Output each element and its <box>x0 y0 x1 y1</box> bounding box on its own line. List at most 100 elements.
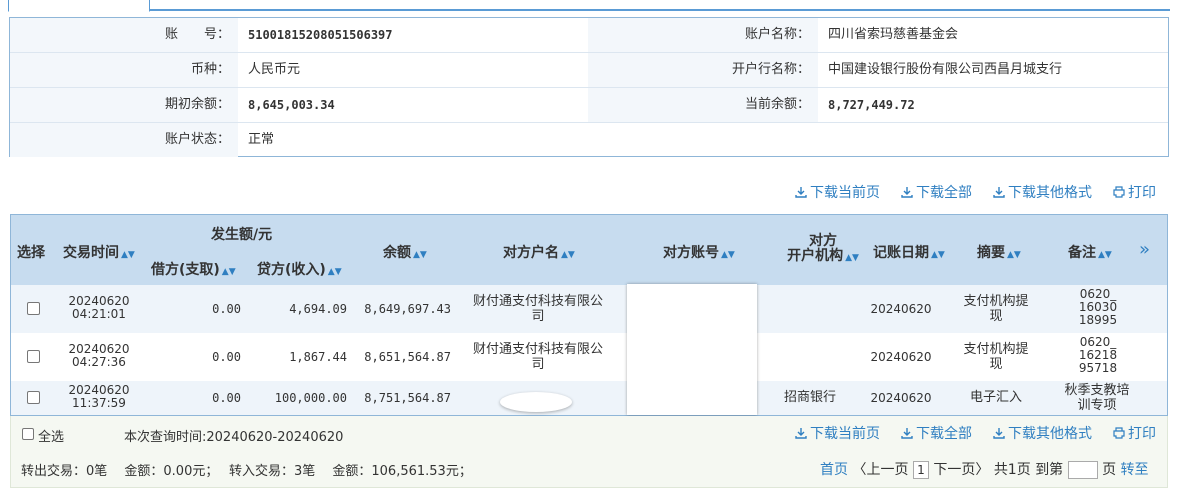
row-credit: 100,000.00 <box>274 391 347 405</box>
sort-icon: ▲▼ <box>561 250 575 260</box>
info-row-balance: 期初余额： 8,645,003.34 当前余额： 8,727,449.72 <box>10 88 1168 123</box>
table-row[interactable]: 20240620 11:37:59 0.00 100,000.00 8,751,5… <box>11 381 1167 415</box>
status-label: 账户状态： <box>10 123 238 157</box>
header-remark[interactable]: 备注 ▲▼ <box>1068 242 1112 262</box>
account-info-panel: 账 号： 51001815208051506397 账户名称： 四川省索玛慈善基… <box>9 17 1169 157</box>
table-header: 选择 交易时间 ▲▼ 发生额/元 借方(支取) ▲▼ 贷方(收入) ▲▼ 余额 ▲▼ 对… <box>11 215 1167 285</box>
row-time: 20240620 11:37:59 <box>68 383 130 410</box>
row-summary: 支付机构提现 <box>963 342 1029 372</box>
query-time: 本次查询时间:20240620-20240620 <box>124 430 344 445</box>
info-row-currency: 币种： 人民币元 开户行名称： 中国建设银行股份有限公司西昌月城支行 <box>10 53 1168 88</box>
currency-value: 人民币元 <box>248 62 301 77</box>
bank-label: 开户行名称： <box>588 53 818 87</box>
download-all-link[interactable]: 下载全部 <box>901 184 972 202</box>
select-all-checkbox[interactable] <box>22 428 34 440</box>
next-page-link[interactable]: 下一页〉 <box>933 462 989 478</box>
row-credit: 4,694.09 <box>289 302 347 316</box>
row-counter-name: 财付通支付科技有限公司 <box>472 294 603 324</box>
header-summary[interactable]: 摘要 ▲▼ <box>977 242 1021 262</box>
info-row-account: 账 号： 51001815208051506397 账户名称： 四川省索玛慈善基… <box>10 18 1168 53</box>
header-select: 选择 <box>17 245 45 261</box>
header-counter-account[interactable]: 对方账号 ▲▼ <box>663 242 735 262</box>
more-columns-icon[interactable]: » <box>1139 239 1150 260</box>
download-other-link[interactable]: 下载其他格式 <box>993 184 1092 202</box>
row-post-date: 20240620 <box>870 302 932 316</box>
sort-icon: ▲▼ <box>413 250 427 260</box>
printer-icon <box>1113 427 1125 439</box>
first-page-link[interactable]: 首页 <box>820 462 848 478</box>
page-number-input[interactable] <box>1067 461 1098 479</box>
row-summary: 电子汇入 <box>969 390 1022 405</box>
account-no-value: 51001815208051506397 <box>248 28 393 42</box>
account-name-value: 四川省索玛慈善基金会 <box>828 27 959 42</box>
row-checkbox[interactable] <box>27 391 40 404</box>
row-counter-name: 财付通支付科技有限公司 <box>472 342 603 372</box>
row-remark: 0620_ 16218 95718 <box>1078 335 1118 375</box>
account-name-label: 账户名称： <box>588 18 818 52</box>
printer-icon <box>1113 186 1125 198</box>
header-debit[interactable]: 借方(支取) ▲▼ <box>151 259 236 279</box>
row-time: 20240620 04:21:01 <box>68 294 130 321</box>
row-counter-bank: 招商银行 <box>783 390 836 405</box>
jump-button[interactable]: 转至 <box>1121 462 1149 478</box>
download-icon <box>993 428 1005 439</box>
current-balance-label: 当前余额： <box>588 88 818 122</box>
current-balance-value: 8,727,449.72 <box>828 98 915 112</box>
bank-value: 中国建设银行股份有限公司西昌月城支行 <box>828 62 1063 77</box>
pager: 首页 〈上一页 1 下一页〉 共1页 到第 页 转至 <box>820 460 1149 480</box>
row-debit: 0.00 <box>212 391 241 405</box>
download-icon <box>901 187 913 198</box>
header-credit[interactable]: 贷方(收入) ▲▼ <box>257 259 342 279</box>
download-icon <box>993 187 1005 198</box>
download-all-label: 下载全部 <box>916 185 972 201</box>
header-post-date[interactable]: 记账日期 ▲▼ <box>873 242 945 262</box>
download-other-label: 下载其他格式 <box>1008 426 1092 442</box>
print-link[interactable]: 打印 <box>1113 184 1156 202</box>
header-balance[interactable]: 余额 ▲▼ <box>383 242 427 262</box>
row-checkbox[interactable] <box>27 350 40 363</box>
header-time[interactable]: 交易时间 ▲▼ <box>63 242 135 262</box>
download-all-label: 下载全部 <box>916 426 972 442</box>
table-row[interactable]: 20240620 04:21:01 0.00 4,694.09 8,649,697… <box>11 285 1167 333</box>
row-balance: 8,651,564.87 <box>364 350 451 364</box>
row-post-date: 20240620 <box>870 391 932 405</box>
row-summary: 支付机构提现 <box>963 294 1029 324</box>
sort-icon: ▲▼ <box>1007 250 1021 260</box>
tab-active[interactable] <box>8 0 150 12</box>
row-balance: 8,751,564.87 <box>364 391 451 405</box>
row-checkbox[interactable] <box>27 302 40 315</box>
info-row-status: 账户状态： 正常 <box>10 123 1168 158</box>
footer-download-all-link[interactable]: 下载全部 <box>901 425 972 443</box>
table-row[interactable]: 20240620 04:27:36 0.00 1,867.44 8,651,564… <box>11 333 1167 381</box>
account-no-label: 账 号： <box>10 18 238 52</box>
row-debit: 0.00 <box>212 302 241 316</box>
redaction-oval <box>500 392 572 412</box>
download-page-label: 下载当前页 <box>810 185 880 201</box>
opening-balance-value: 8,645,003.34 <box>248 98 335 112</box>
sort-icon: ▲▼ <box>221 267 236 277</box>
row-time: 20240620 04:27:36 <box>68 342 130 369</box>
download-other-label: 下载其他格式 <box>1008 185 1092 201</box>
transaction-summary: 转出交易：0笔 金额：0.00元； 转入交易：3笔 金额：106,561.53元… <box>21 464 472 479</box>
currency-label: 币种： <box>10 53 238 87</box>
page-unit-label: 页 <box>1102 462 1117 478</box>
print-label: 打印 <box>1128 426 1156 442</box>
footer-print-link[interactable]: 打印 <box>1113 425 1156 443</box>
footer-download-other-link[interactable]: 下载其他格式 <box>993 425 1092 443</box>
row-remark: 秋季支教培 训专项 <box>1064 383 1130 413</box>
prev-page-link[interactable]: 〈上一页 <box>852 462 908 478</box>
download-page-label: 下载当前页 <box>810 426 880 442</box>
opening-balance-label: 期初余额： <box>10 88 238 122</box>
header-amount-group: 发生额/元 <box>211 227 273 243</box>
row-credit: 1,867.44 <box>289 350 347 364</box>
goto-label: 到第 <box>1035 462 1064 478</box>
row-balance: 8,649,697.43 <box>364 302 451 316</box>
sort-icon: ▲▼ <box>121 250 135 260</box>
print-label: 打印 <box>1128 185 1156 201</box>
download-page-link[interactable]: 下载当前页 <box>795 184 880 202</box>
select-all-label: 全选 <box>38 430 65 445</box>
download-icon <box>795 428 807 439</box>
header-counter-name[interactable]: 对方户名 ▲▼ <box>503 242 575 262</box>
footer-download-page-link[interactable]: 下载当前页 <box>795 425 880 443</box>
header-counter-bank[interactable]: 对方 开户机构 ▲▼ <box>783 234 863 266</box>
